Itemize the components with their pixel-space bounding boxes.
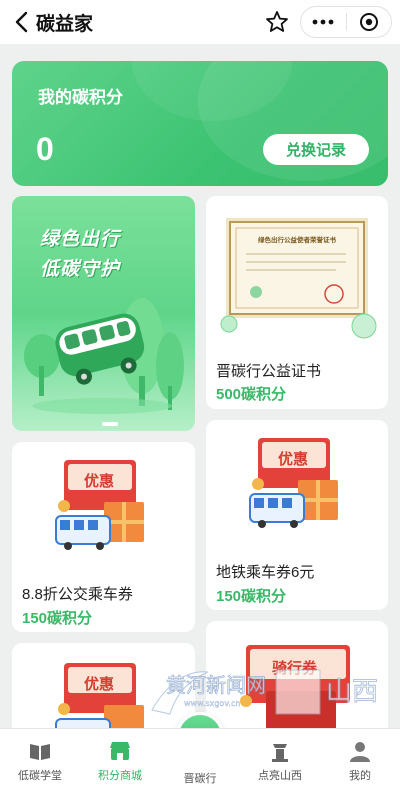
target-close-icon bbox=[359, 13, 378, 31]
coupon-tag: 优惠 bbox=[278, 451, 309, 468]
mini-program-capsule bbox=[300, 6, 392, 38]
more-button[interactable] bbox=[301, 7, 346, 37]
green-travel-banner[interactable]: 绿色出行 低碳守护 bbox=[12, 196, 195, 431]
tab-low-carbon-school[interactable]: 低碳学堂 bbox=[0, 729, 80, 792]
exchange-record-button[interactable]: 兑换记录 bbox=[263, 134, 369, 165]
tab-label: 点亮山西 bbox=[258, 770, 302, 782]
tab-label: 低碳学堂 bbox=[18, 770, 62, 782]
product-name: 晋碳行公益证书 bbox=[216, 363, 322, 380]
bus-illustration bbox=[24, 298, 184, 426]
tab-label: 我的 bbox=[349, 770, 371, 782]
tab-jintanxing[interactable]: 晋碳行 bbox=[160, 729, 240, 792]
coupon-tag: 优惠 bbox=[84, 676, 115, 693]
coupon-bus-image bbox=[249, 438, 338, 528]
product-name: 8.8折公交乘车券 bbox=[22, 586, 133, 603]
shop-icon bbox=[110, 742, 130, 760]
coupon-tag: 骑行券 bbox=[272, 660, 318, 677]
page-title: 碳益家 bbox=[36, 13, 94, 35]
points-label: 我的碳积分 bbox=[38, 88, 123, 107]
close-button[interactable] bbox=[346, 7, 391, 37]
product-price: 500碳积分 bbox=[216, 386, 287, 403]
book-icon bbox=[30, 744, 50, 760]
product-card[interactable]: 优惠 地铁乘车券6元 150碳积分 bbox=[206, 420, 388, 610]
product-card[interactable]: 绿色出行公益使者荣誉证书 晋碳行公益证书 500碳积分 bbox=[206, 196, 388, 409]
product-card[interactable]: 骑行券 bbox=[206, 621, 388, 741]
chevron-left-icon bbox=[15, 11, 28, 33]
coupon-tag: 优惠 bbox=[84, 473, 115, 490]
product-price: 150碳积分 bbox=[216, 588, 287, 605]
coupon-bus-image bbox=[55, 460, 144, 550]
tab-label: 积分商城 bbox=[98, 770, 142, 782]
product-card[interactable]: 优惠 8.8折公交乘车券 150碳积分 bbox=[12, 442, 195, 632]
user-icon bbox=[350, 742, 370, 762]
coupon-red-image bbox=[240, 645, 350, 731]
tab-points-mall[interactable]: 积分商城 bbox=[80, 729, 160, 792]
bottom-tab-bar: 低碳学堂 积分商城 晋碳行 点亮山西 我的 bbox=[0, 728, 400, 792]
top-nav-bar: 碳益家 bbox=[0, 0, 400, 44]
carbon-points-card: 我的碳积分 0 兑换记录 bbox=[12, 61, 388, 186]
tab-light-up-shanxi[interactable]: 点亮山西 bbox=[240, 729, 320, 792]
more-dots-icon bbox=[312, 19, 334, 25]
back-button[interactable] bbox=[6, 0, 36, 44]
product-name: 地铁乘车券6元 bbox=[216, 564, 315, 581]
tab-mine[interactable]: 我的 bbox=[320, 729, 400, 792]
certificate-image bbox=[220, 218, 377, 339]
star-icon[interactable] bbox=[264, 9, 290, 35]
certificate-title: 绿色出行公益使者荣誉证书 bbox=[258, 237, 336, 244]
points-value: 0 bbox=[36, 131, 54, 167]
landmark-icon bbox=[272, 744, 288, 762]
product-price: 150碳积分 bbox=[22, 610, 93, 627]
tab-label: 晋碳行 bbox=[183, 773, 217, 785]
